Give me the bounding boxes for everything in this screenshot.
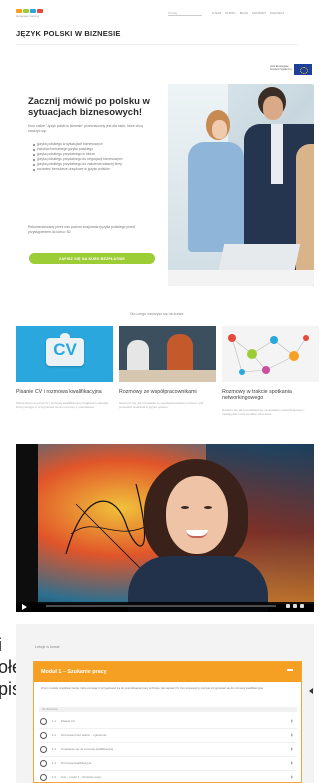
course-title[interactable]: Rozmowy w trakcie spotkania networkingow… xyxy=(222,389,319,402)
site-title: JĘZYK POLSKI W BIZNESIE xyxy=(16,29,121,38)
courses-heading: Oto czego nauczysz się na kursie: xyxy=(129,312,185,316)
lesson-item[interactable]: 1.4 Rozmowa kwalifikacyjna xyxy=(39,757,297,769)
lesson-status-icon xyxy=(40,717,47,725)
course-title[interactable]: Rozmowy ze współpracownikami xyxy=(119,389,216,395)
lesson-item[interactable]: 1.5 Test – moduł 1 – Szukanie pracy xyxy=(39,771,297,783)
header-divider xyxy=(16,44,298,45)
course-card-networking[interactable]: Rozmowy w trakcie spotkania networkingow… xyxy=(222,326,319,416)
site-logo[interactable]: language training xyxy=(16,9,46,21)
lesson-item[interactable]: 1.3 Umawianie się na rozmowę kwalifikacy… xyxy=(39,743,297,755)
lessons-label: Lekcje w kursie xyxy=(35,645,60,649)
hero-bullet-list: języka polskiego w sytuacjach biznesowyc… xyxy=(33,142,155,173)
eu-funding-badge: Unia Europejska Fundusz Społeczny xyxy=(270,62,314,76)
chevron-right-icon xyxy=(291,747,293,751)
module-header[interactable]: Moduł 1 – Szukanie pracy xyxy=(34,662,301,682)
video-controls-bar xyxy=(16,602,314,612)
hero-title: Zacznij mówić po polsku w sytuacjach biz… xyxy=(28,96,150,118)
eu-flag-icon xyxy=(294,63,312,75)
video-progress-bar[interactable] xyxy=(46,605,276,607)
lesson-status-icon xyxy=(40,731,47,739)
nav-item-contact[interactable]: KONTAKT xyxy=(252,11,266,15)
fullscreen-icon[interactable] xyxy=(300,604,304,608)
lesson-title: Rozmowa kwalifikacyjna xyxy=(61,761,92,765)
cv-puzzle-label: CV xyxy=(53,340,77,359)
search-input[interactable]: Szukaj... xyxy=(168,11,202,16)
chevron-right-icon xyxy=(291,775,293,779)
hero-business-photo xyxy=(168,84,314,286)
cropped-side-text: i xyxy=(0,634,2,656)
course-card-coworkers[interactable]: Rozmowy ze współpracownikami Nauczysz si… xyxy=(119,326,216,409)
nav-item-courses[interactable]: KURSY xyxy=(225,11,235,15)
nav-item-about[interactable]: O NAS xyxy=(212,11,221,15)
course-description: Wśród lekcji na temat CV i rozmowy kwali… xyxy=(16,401,109,410)
logo-subtitle: language training xyxy=(16,14,40,18)
course-image-cv: CV xyxy=(16,326,113,382)
module-progress: 0% ukończono xyxy=(39,707,297,712)
lesson-number: 1.5 xyxy=(52,775,56,779)
lesson-number: 1.3 xyxy=(52,747,56,751)
nav-item-login[interactable]: ZALOGUJ xyxy=(270,11,284,15)
course-video-player[interactable] xyxy=(16,444,314,612)
course-title[interactable]: Pisanie CV i rozmowa kwalifikacyjna xyxy=(16,389,113,395)
course-image-network xyxy=(222,326,319,382)
lesson-status-icon xyxy=(40,745,47,753)
lesson-number: 1.4 xyxy=(52,761,56,765)
course-description: Dowiesz się, jak przedstawić się na spot… xyxy=(222,407,305,416)
module-accordion: Moduł 1 – Szukanie pracy W tym module zn… xyxy=(33,661,302,783)
top-bar: language training Szukaj... O NAS KURSY … xyxy=(0,0,314,24)
lesson-item[interactable]: 1.1 Pisanie CV xyxy=(39,715,297,727)
chevron-left-icon[interactable] xyxy=(309,688,313,694)
module-title: Moduł 1 – Szukanie pracy xyxy=(41,669,107,675)
lesson-number: 1.1 xyxy=(52,719,56,723)
list-item: rozumieć formularze urzędowe w języku po… xyxy=(33,167,155,172)
hero-intro: Kurs online "Język polski w biznesie" pr… xyxy=(28,124,143,133)
eu-badge-text: Unia Europejska Fundusz Społeczny xyxy=(270,65,292,71)
lesson-item[interactable]: 1.2 Rozmowa przez telefon – ogłoszenie xyxy=(39,729,297,741)
chevron-right-icon xyxy=(291,733,293,737)
nav-item-blog[interactable]: BLOG xyxy=(240,11,248,15)
course-description: Nauczysz się, jak rozmawiać ze współprac… xyxy=(119,401,204,410)
chevron-right-icon xyxy=(291,719,293,723)
lesson-number: 1.2 xyxy=(52,733,56,737)
course-image-meeting xyxy=(119,326,216,382)
chevron-right-icon xyxy=(291,761,293,765)
module-description: W tym module znajdziesz lekcje, które po… xyxy=(41,687,264,690)
lesson-status-icon xyxy=(40,759,47,767)
lesson-title: Umawianie się na rozmowę kwalifikacyjną xyxy=(61,747,114,751)
play-icon[interactable] xyxy=(22,604,27,610)
volume-icon[interactable] xyxy=(293,604,297,608)
settings-icon[interactable] xyxy=(286,604,290,608)
main-nav: O NAS KURSY BLOG KONTAKT ZALOGUJ xyxy=(212,11,284,15)
lesson-title: Test – moduł 1 – Szukanie pracy xyxy=(61,775,102,779)
lesson-status-icon xyxy=(40,773,47,781)
lesson-title: Pisanie CV xyxy=(61,719,75,723)
video-control-icons xyxy=(286,604,304,608)
lesson-title: Rozmowa przez telefon – ogłoszenie xyxy=(61,733,107,737)
course-card-cv[interactable]: CV Pisanie CV i rozmowa kwalifikacyjna W… xyxy=(16,326,113,409)
hero-level-note: Rekomendowany przez nas poziom znajomośc… xyxy=(28,225,135,234)
collapse-icon[interactable] xyxy=(287,669,293,671)
signup-cta-button[interactable]: ZAPISZ SIĘ NA KURS BEZPŁATNIE xyxy=(29,253,155,264)
